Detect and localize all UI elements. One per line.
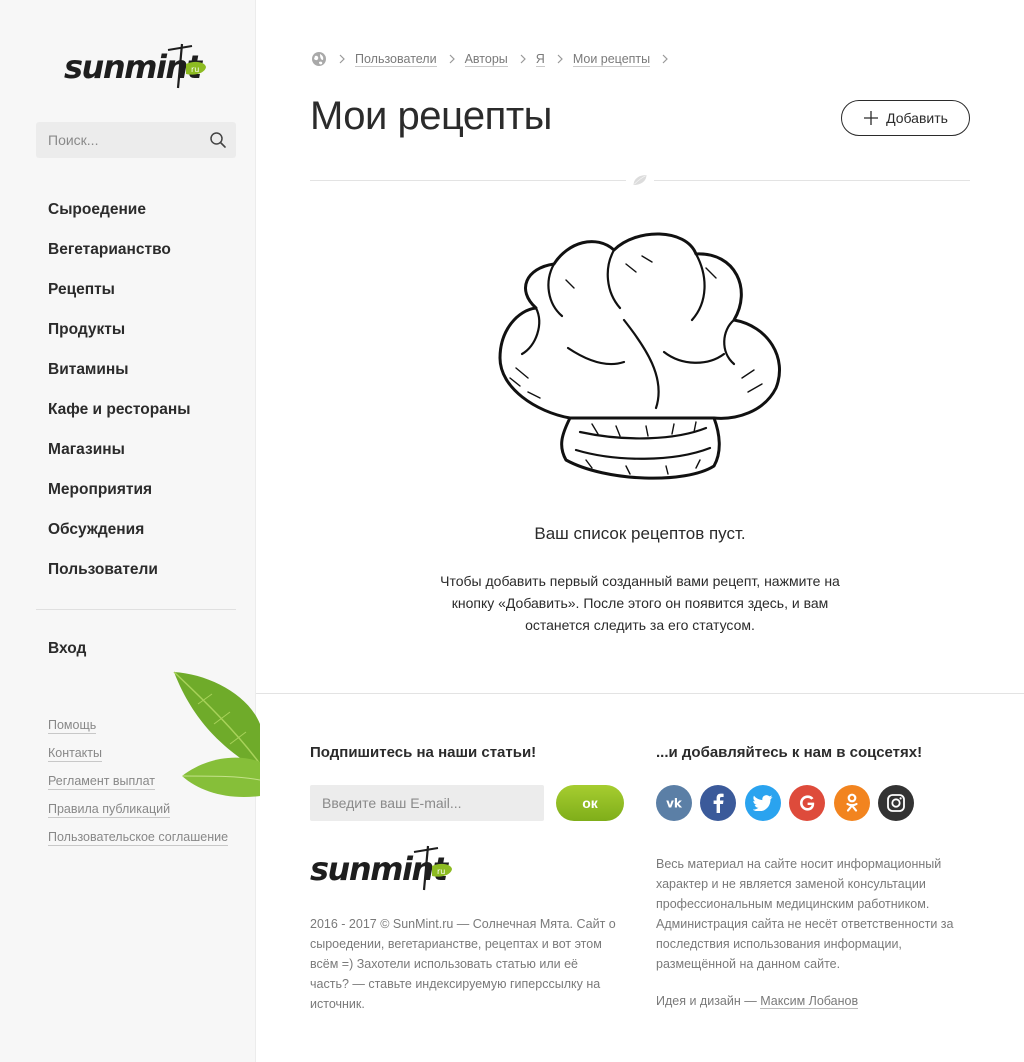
vk-icon[interactable]: vk (656, 785, 692, 821)
subscribe-title: Подпишитесь на наши статьи! (310, 744, 537, 761)
main-nav: Сыроедение Вегетарианство Рецепты Продук… (48, 196, 190, 596)
link-payouts-item: Регламент выплат (48, 774, 228, 802)
link-publication-item: Правила публикаций (48, 802, 228, 830)
social-links: vk (656, 785, 922, 821)
nav-item-vegetarianism[interactable]: Вегетарианство (48, 236, 190, 276)
breadcrumb-users[interactable]: Пользователи (355, 52, 437, 67)
login-link[interactable]: Вход (48, 640, 86, 658)
instagram-icon[interactable] (877, 785, 914, 821)
svg-text:sunmint: sunmint (310, 850, 450, 888)
footer-divider (256, 693, 1024, 694)
credits: Идея и дизайн — Максим Лобанов (656, 994, 859, 1009)
link-contacts[interactable]: Контакты (48, 746, 102, 762)
nav-item-users[interactable]: Пользователи (48, 556, 190, 596)
link-agreement-item: Пользовательское соглашение (48, 830, 229, 858)
svg-text:vk: vk (666, 797, 683, 811)
breadcrumb: Пользователи Авторы Я Мои рецепты (311, 51, 678, 67)
footer-logo[interactable]: sunmint ru (310, 842, 455, 894)
copyright-text: 2016 - 2017 © SunMint.ru — Солнечная Мят… (310, 917, 616, 1011)
link-help[interactable]: Помощь (48, 718, 97, 734)
sidebar-footer-links: Помощь Контакты Регламент выплат Правила… (48, 718, 229, 858)
nav-item-vitamins[interactable]: Витамины (48, 356, 190, 396)
subscribe-ok-button[interactable]: ок (556, 785, 624, 821)
nav-item-products[interactable]: Продукты (48, 316, 190, 356)
nav-item-cafes[interactable]: Кафе и рестораны (48, 396, 190, 436)
sidebar: sunmint ru Сыроедение Вегетарианство Рец… (0, 0, 260, 1062)
breadcrumb-my-recipes[interactable]: Мои рецепты (572, 52, 651, 67)
empty-state-text: Чтобы добавить первый созданный вами рец… (440, 573, 840, 633)
globe-home-icon[interactable] (311, 51, 327, 67)
link-user-agreement[interactable]: Пользовательское соглашение (48, 830, 229, 846)
designer-link[interactable]: Максим Лобанов (760, 994, 859, 1009)
chevron-right-icon (662, 54, 668, 64)
twitter-icon[interactable] (744, 785, 781, 821)
search-icon[interactable] (209, 131, 227, 149)
google-icon[interactable] (789, 785, 826, 821)
link-payout-rules[interactable]: Регламент выплат (48, 774, 156, 790)
sidebar-divider (36, 609, 236, 610)
chevron-right-icon (520, 54, 526, 64)
page-title: Мои рецепты (310, 94, 552, 138)
facebook-icon[interactable] (700, 785, 737, 821)
svg-text:ru: ru (437, 867, 445, 876)
leaf-divider-icon (626, 170, 654, 190)
link-publication-rules[interactable]: Правила публикаций (48, 802, 171, 818)
odnoklassniki-icon[interactable] (833, 785, 870, 821)
add-button-label: Добавить (886, 110, 948, 126)
nav-item-events[interactable]: Мероприятия (48, 476, 190, 516)
credits-prefix: Идея и дизайн — (656, 994, 761, 1008)
chef-hat-illustration (498, 232, 781, 480)
breadcrumb-authors[interactable]: Авторы (464, 52, 508, 67)
nav-item-discussions[interactable]: Обсуждения (48, 516, 190, 556)
svg-text:ru: ru (191, 65, 199, 74)
link-contacts-item: Контакты (48, 746, 228, 774)
nav-item-shops[interactable]: Магазины (48, 436, 190, 476)
add-recipe-button[interactable]: Добавить (841, 100, 970, 136)
search-box (36, 122, 236, 158)
email-input[interactable] (310, 785, 544, 821)
plus-icon (864, 111, 879, 125)
chevron-right-icon (339, 54, 345, 64)
nav-item-recipes[interactable]: Рецепты (48, 276, 190, 316)
site-logo[interactable]: sunmint ru (64, 40, 209, 92)
link-help-item: Помощь (48, 718, 228, 746)
empty-state-title: Ваш список рецептов пуст. (534, 524, 746, 543)
nav-item-raw-food[interactable]: Сыроедение (48, 196, 190, 236)
disclaimer-text: Весь материал на сайте носит информацион… (656, 857, 954, 971)
search-input[interactable] (36, 122, 236, 158)
social-title: ...и добавляйтесь к нам в соцсетях! (656, 744, 923, 761)
chevron-right-icon (449, 54, 455, 64)
breadcrumb-me[interactable]: Я (535, 52, 545, 67)
chevron-right-icon (557, 54, 563, 64)
svg-text:sunmint: sunmint (64, 48, 204, 86)
